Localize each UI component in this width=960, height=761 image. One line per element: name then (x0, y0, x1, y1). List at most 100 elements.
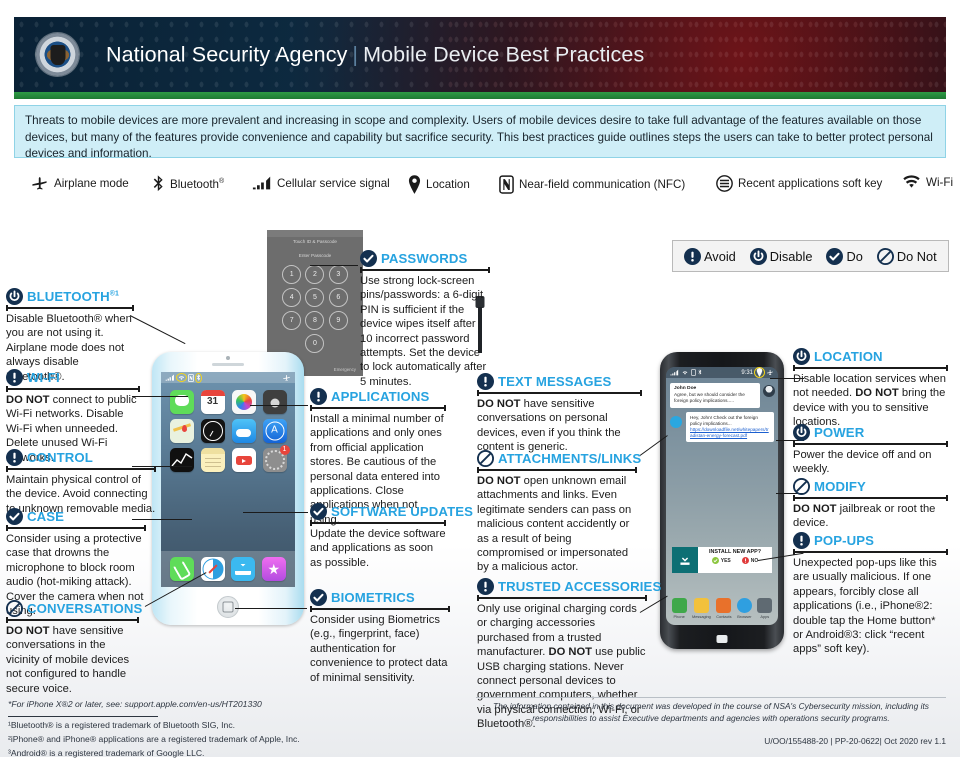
passcode-keypad[interactable]: 1 2 3 4 5 6 7 8 9 0 (267, 265, 363, 353)
malicious-link[interactable]: https://downloadfile.net/whitepapers/tra… (690, 427, 769, 438)
contact-avatar (763, 385, 775, 397)
wifi-icon (903, 175, 920, 188)
dock-label: Phone (673, 614, 685, 619)
keypad-key[interactable]: 7 (282, 311, 302, 330)
keypad-key[interactable]: 0 (305, 334, 325, 353)
popup-title: INSTALL NEW APP? (708, 549, 761, 555)
youtube-app-icon[interactable] (231, 448, 256, 472)
dock-item-browser[interactable]: Browser (736, 598, 752, 619)
key-label: Do Not (896, 248, 937, 264)
callout-passwords: PASSWORDS Use strong lock-screen pins/pa… (360, 250, 490, 389)
phone-app-icon[interactable] (170, 557, 195, 581)
stocks-app-icon[interactable] (169, 448, 194, 472)
app-store-app-icon[interactable]: A (262, 419, 287, 443)
callout-rule (793, 549, 948, 555)
camera-app-icon[interactable] (262, 390, 287, 414)
callout-rule (310, 606, 450, 612)
disable-power-icon (749, 247, 767, 265)
safari-app-icon[interactable] (200, 557, 225, 581)
intro-paragraph: Threats to mobile devices are more preva… (14, 105, 946, 160)
android-dock: Phone Messaging Contacts Browser Apps (666, 598, 778, 619)
popup-yes-button[interactable]: YES (711, 557, 731, 564)
dock-item-phone[interactable]: Phone (671, 598, 687, 619)
header-subtitle: Mobile Device Best Practices (363, 42, 645, 66)
dock-item-contacts[interactable]: Contacts (716, 598, 732, 619)
callout-body: Disable location services when not neede… (793, 373, 946, 429)
outgoing-message-bubble: Hey, John! Check out the foreign policy … (686, 411, 774, 443)
footer-divider (476, 697, 946, 698)
contacts-app-icon (716, 598, 732, 613)
dock-label: Apps (760, 614, 770, 619)
legend-location: Location (408, 175, 470, 194)
key-do: Do (826, 247, 863, 265)
location-pin-icon (408, 175, 421, 194)
callout-rule (477, 467, 637, 473)
callout-rule (477, 390, 642, 396)
callout-rule (360, 267, 490, 273)
bluetooth-icon (698, 369, 702, 375)
messages-app-icon[interactable] (169, 390, 194, 414)
avoid-icon (684, 247, 701, 265)
phone-app-icon (671, 598, 687, 613)
popup-no-button[interactable]: NO (741, 557, 758, 564)
do-check-icon (310, 589, 327, 606)
callout-header: BLUETOOTH®1 (6, 288, 134, 305)
keypad-key[interactable]: 5 (305, 288, 325, 307)
keypad-key[interactable]: 9 (328, 311, 348, 330)
legend-cellular-signal: Cellular service signal (252, 175, 390, 191)
emergency-button[interactable]: Emergency (334, 367, 356, 372)
nfc-icon (499, 175, 514, 194)
home-button[interactable] (217, 596, 239, 618)
key-legend-box: Avoid Disable Do Do Not (672, 240, 949, 272)
recent-apps-soft-key[interactable] (716, 635, 728, 643)
cellular-signal-icon (165, 374, 174, 381)
nfc-icon (691, 369, 696, 376)
message-text: Hey, John! Check out the foreign policy … (690, 414, 758, 426)
weather-app-icon[interactable] (231, 419, 256, 443)
message-text: Agree, but we should consider the foreig… (674, 392, 745, 404)
key-disable: Disable (749, 247, 812, 265)
callout-rule (793, 365, 948, 371)
iphone-status-bar (161, 372, 295, 383)
callout-header: POWER (793, 424, 948, 441)
key-label: Avoid (704, 248, 736, 264)
keypad-key[interactable]: 1 (282, 265, 302, 284)
callout-title: CONVERSATIONS (27, 601, 143, 616)
footer-document-id: U/OO/155488-20 | PP-20-0622| Oct 2020 re… (764, 736, 946, 746)
settings-app-icon[interactable]: 1 (262, 445, 290, 472)
do-not-icon (793, 478, 810, 495)
avoid-icon (6, 369, 23, 386)
notes-app-icon[interactable] (200, 448, 225, 472)
browser-app-icon (736, 598, 752, 613)
keypad-key[interactable]: 6 (328, 288, 348, 307)
cellular-signal-icon (252, 176, 271, 190)
itunes-app-icon[interactable]: ★ (261, 557, 286, 581)
messaging-bubble-icon (670, 415, 682, 428)
dock-item-apps[interactable]: Apps (757, 598, 773, 619)
keypad-key[interactable]: 4 (282, 288, 302, 307)
keypad-key[interactable]: 8 (305, 311, 325, 330)
lockscreen-prompt: Enter Passcode (298, 253, 332, 258)
clock-app-icon[interactable] (200, 419, 225, 443)
green-accent-bar (14, 92, 946, 99)
callout-title: MODIFY (814, 479, 866, 494)
legend-label: Recent applications soft key (738, 177, 883, 190)
callout-title: WI-FI (27, 370, 60, 385)
legend-nfc: Near-field communication (NFC) (499, 175, 685, 194)
photos-app-icon[interactable] (231, 390, 256, 414)
legend-label: Airplane mode (54, 177, 129, 190)
keypad-key[interactable]: 3 (328, 265, 348, 284)
maps-app-icon[interactable] (169, 419, 194, 443)
callout-body: Use strong lock-screen pins/passwords: a… (360, 275, 487, 388)
keypad-key[interactable]: 2 (305, 265, 325, 284)
do-check-icon (360, 250, 377, 267)
callout-header: CONTROL (6, 449, 156, 466)
callout-header: POP-UPS (793, 532, 948, 549)
front-camera-icon (226, 356, 230, 360)
android-clock: 9:31 (741, 369, 753, 376)
dock-item-messaging[interactable]: Messaging (692, 598, 711, 619)
callout-software-updates: SOFTWARE UPDATES Update the device softw… (310, 503, 473, 570)
mail-app-icon[interactable] (231, 557, 256, 581)
trademark-line: ²iPhone® and iPhone® applications are a … (8, 733, 300, 744)
calendar-app-icon[interactable]: 31 (200, 390, 225, 414)
